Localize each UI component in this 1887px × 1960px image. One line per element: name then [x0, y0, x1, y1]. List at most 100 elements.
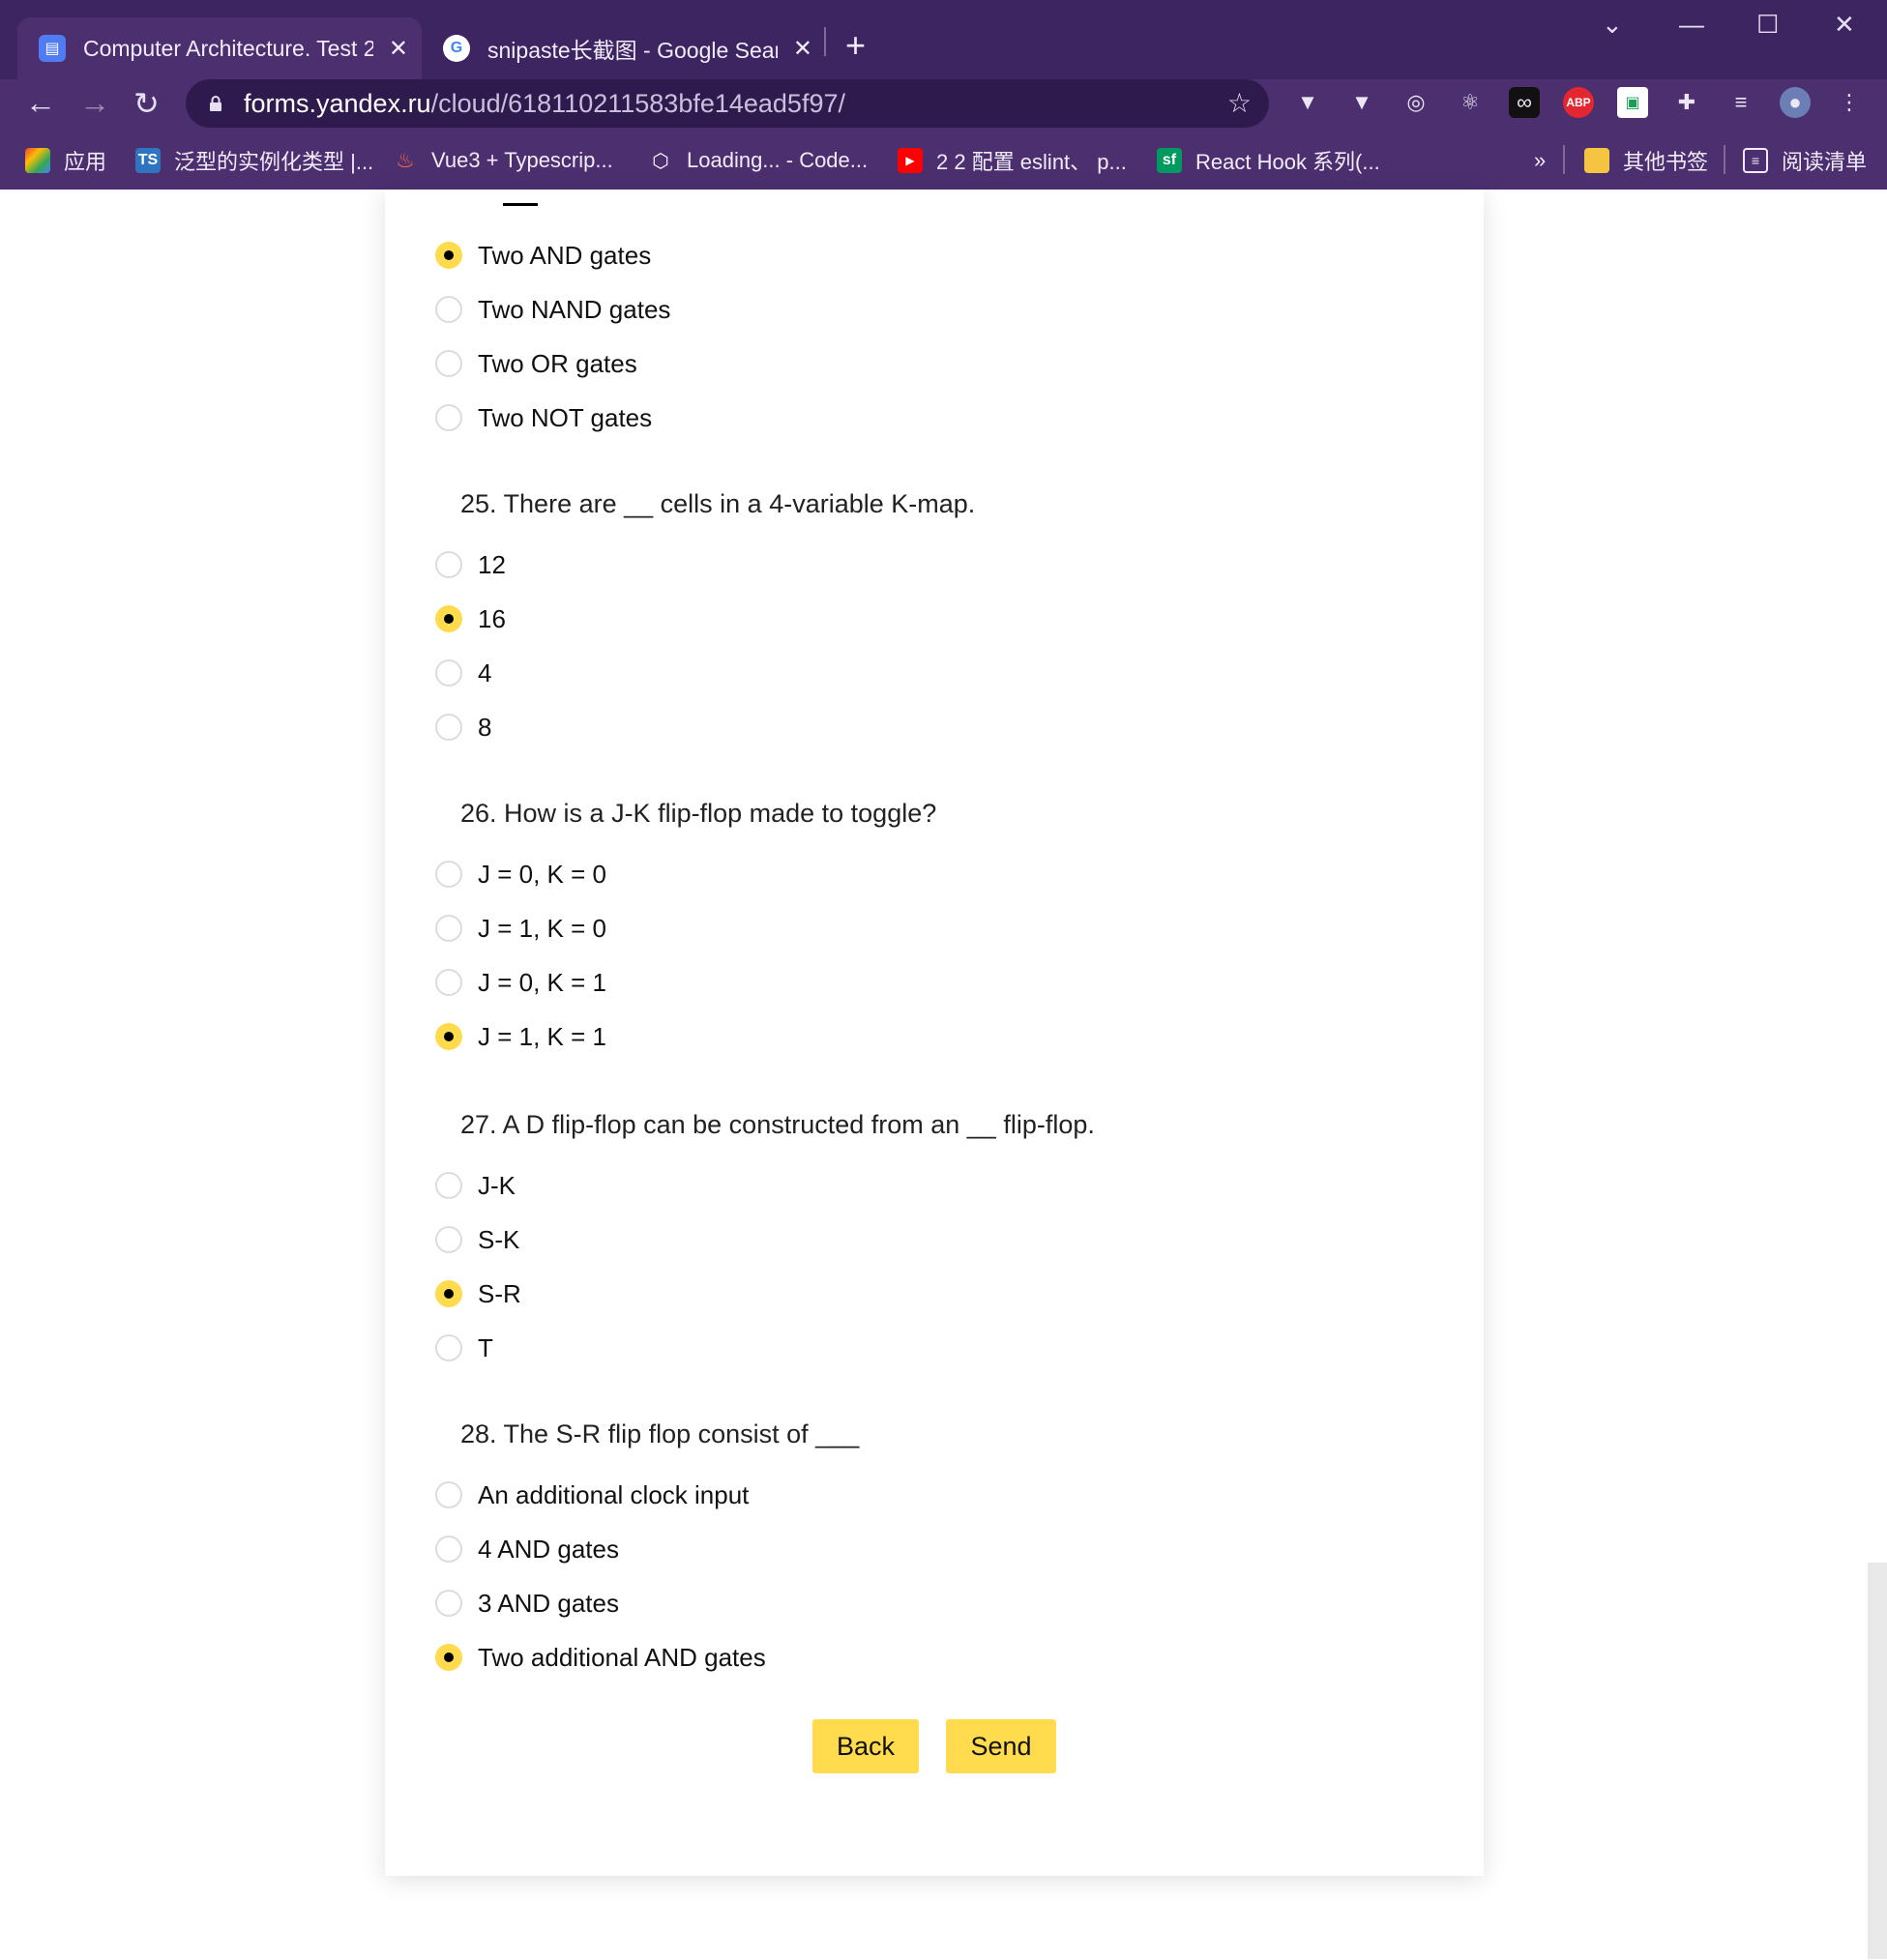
youtube-icon: ▶: [898, 148, 923, 173]
option-q28-4[interactable]: Two additional AND gates: [435, 1638, 766, 1677]
option-q26-2[interactable]: J = 1, K = 0: [435, 909, 606, 948]
option-q24-4[interactable]: Two NOT gates: [435, 398, 652, 437]
reload-icon[interactable]: ↻: [133, 85, 160, 122]
option-label: Two AND gates: [478, 240, 652, 270]
minimize-icon[interactable]: —: [1679, 10, 1704, 40]
option-label: 3 AND gates: [478, 1588, 619, 1618]
radio-button[interactable]: [435, 1481, 462, 1508]
close-tab-icon[interactable]: ✕: [793, 35, 812, 63]
target-icon[interactable]: ◎: [1401, 87, 1431, 118]
tab-strip: ▤ Computer Architecture. Test 2 ✕ G snip…: [0, 0, 1887, 79]
bookmark-eslint[interactable]: ▶ 2 2 配置 eslint、 p...: [898, 143, 1127, 178]
apps-grid-icon: [25, 148, 50, 173]
radio-button[interactable]: [435, 404, 462, 431]
close-tab-icon[interactable]: ✕: [389, 35, 408, 63]
url-text: forms.yandex.ru/cloud/618110211583bfe14e…: [244, 89, 845, 119]
chevron-double-right-icon: »: [1534, 148, 1547, 172]
question-27: 27. A D flip-flop can be constructed fro…: [460, 1110, 1095, 1139]
scrollbar[interactable]: [1868, 1563, 1887, 1959]
vue-devtools-icon[interactable]: ▼: [1346, 87, 1377, 118]
reading-list-icon: ≡: [1743, 148, 1768, 173]
bookmark-label: 其他书签: [1623, 150, 1709, 174]
radio-button[interactable]: [435, 605, 462, 632]
radio-button[interactable]: [435, 1023, 462, 1050]
react-devtools-icon[interactable]: ⚛: [1455, 87, 1486, 118]
radio-button[interactable]: [435, 1536, 462, 1563]
option-q26-3[interactable]: J = 0, K = 1: [435, 963, 606, 1002]
option-q25-4[interactable]: 8: [435, 708, 491, 746]
bookmarks-overflow-button[interactable]: »: [1534, 143, 1546, 178]
option-q24-3[interactable]: Two OR gates: [435, 344, 637, 383]
option-q25-2[interactable]: 16: [435, 600, 506, 638]
glasses-icon[interactable]: ∞: [1509, 87, 1540, 118]
radio-button[interactable]: [435, 1590, 462, 1617]
new-tab-button[interactable]: +: [845, 25, 866, 66]
tab-snipaste-search[interactable]: G snipaste长截图 - Google Search ✕: [422, 17, 826, 79]
vue-devtools-icon[interactable]: ▼: [1292, 87, 1323, 118]
send-button[interactable]: Send: [946, 1719, 1056, 1773]
option-q28-3[interactable]: 3 AND gates: [435, 1584, 619, 1623]
radio-button[interactable]: [435, 551, 462, 578]
menu-dots-icon[interactable]: ⋮: [1834, 87, 1865, 118]
radio-button[interactable]: [435, 1334, 462, 1361]
maximize-icon[interactable]: ☐: [1756, 10, 1779, 40]
option-q27-4[interactable]: T: [435, 1329, 493, 1367]
page-viewport: Two AND gates Two NAND gates Two OR gate…: [0, 190, 1887, 1960]
question-28: 28. The S-R flip flop consist of ___: [460, 1419, 860, 1448]
back-arrow-icon[interactable]: ←: [25, 85, 56, 121]
adblock-icon[interactable]: ABP: [1563, 87, 1594, 118]
option-label: 4: [478, 658, 492, 687]
radio-button[interactable]: [435, 969, 462, 996]
profile-avatar-icon[interactable]: ●: [1780, 87, 1811, 118]
tab-computer-architecture[interactable]: ▤ Computer Architecture. Test 2 ✕: [17, 17, 422, 79]
bookmark-other[interactable]: 其他书签: [1584, 143, 1708, 178]
tab-title: snipaste长截图 - Google Search: [487, 38, 778, 63]
url-path: /cloud/618110211583bfe14ead5f97/: [430, 88, 845, 118]
folder-icon: [1584, 148, 1609, 173]
option-q28-1[interactable]: An additional clock input: [435, 1476, 749, 1514]
bookmark-ts[interactable]: TS 泛型的实例化类型 |...: [135, 143, 373, 178]
option-label: J = 0, K = 1: [478, 967, 606, 997]
media-control-icon[interactable]: ≡: [1725, 87, 1756, 118]
radio-button[interactable]: [435, 1172, 462, 1199]
option-q24-1[interactable]: Two AND gates: [435, 236, 651, 275]
radio-button[interactable]: [435, 350, 462, 377]
bookmark-label: 泛型的实例化类型 |...: [174, 150, 374, 174]
puzzle-icon[interactable]: ✚: [1671, 87, 1702, 118]
bookmark-react-hook[interactable]: sf React Hook 系列(...: [1157, 143, 1380, 178]
radio-button[interactable]: [435, 296, 462, 323]
option-q27-3[interactable]: S-R: [435, 1274, 521, 1313]
option-q25-3[interactable]: 4: [435, 654, 491, 692]
option-q26-1[interactable]: J = 0, K = 0: [435, 855, 606, 893]
option-q28-2[interactable]: 4 AND gates: [435, 1530, 619, 1568]
option-q25-1[interactable]: 12: [435, 545, 506, 584]
green-ext-icon[interactable]: ▣: [1617, 87, 1648, 118]
radio-button[interactable]: [435, 1226, 462, 1253]
radio-button[interactable]: [435, 861, 462, 888]
reading-list[interactable]: ≡ 阅读清单: [1743, 143, 1867, 178]
radio-button[interactable]: [435, 714, 462, 741]
window-close-icon[interactable]: ✕: [1834, 10, 1855, 40]
google-icon: G: [443, 35, 470, 62]
bookmark-apps[interactable]: 应用: [25, 143, 106, 178]
radio-button[interactable]: [435, 1644, 462, 1671]
tab-search-chevron-icon[interactable]: ⌄: [1602, 10, 1623, 40]
forward-arrow-icon[interactable]: →: [79, 85, 110, 121]
radio-button[interactable]: [435, 659, 462, 687]
radio-button[interactable]: [435, 242, 462, 269]
forms-icon: ▤: [39, 35, 66, 62]
question-blank-fragment: [503, 203, 538, 206]
option-q24-2[interactable]: Two NAND gates: [435, 290, 670, 329]
option-q26-4[interactable]: J = 1, K = 1: [435, 1017, 606, 1056]
bookmark-codepen[interactable]: ⬡ Loading... - Code...: [648, 143, 868, 178]
bookmark-star-icon[interactable]: ☆: [1227, 87, 1252, 119]
question-25: 25. There are __ cells in a 4-variable K…: [460, 489, 976, 518]
radio-button[interactable]: [435, 1280, 462, 1307]
radio-button[interactable]: [435, 915, 462, 942]
option-label: Two NAND gates: [478, 294, 671, 324]
option-q27-1[interactable]: J-K: [435, 1166, 516, 1205]
back-button[interactable]: Back: [812, 1719, 919, 1773]
option-q27-2[interactable]: S-K: [435, 1220, 519, 1259]
bookmark-vue3[interactable]: ♨ Vue3 + Typescrip...: [393, 143, 613, 178]
address-bar[interactable]: forms.yandex.ru/cloud/618110211583bfe14e…: [186, 79, 1269, 128]
